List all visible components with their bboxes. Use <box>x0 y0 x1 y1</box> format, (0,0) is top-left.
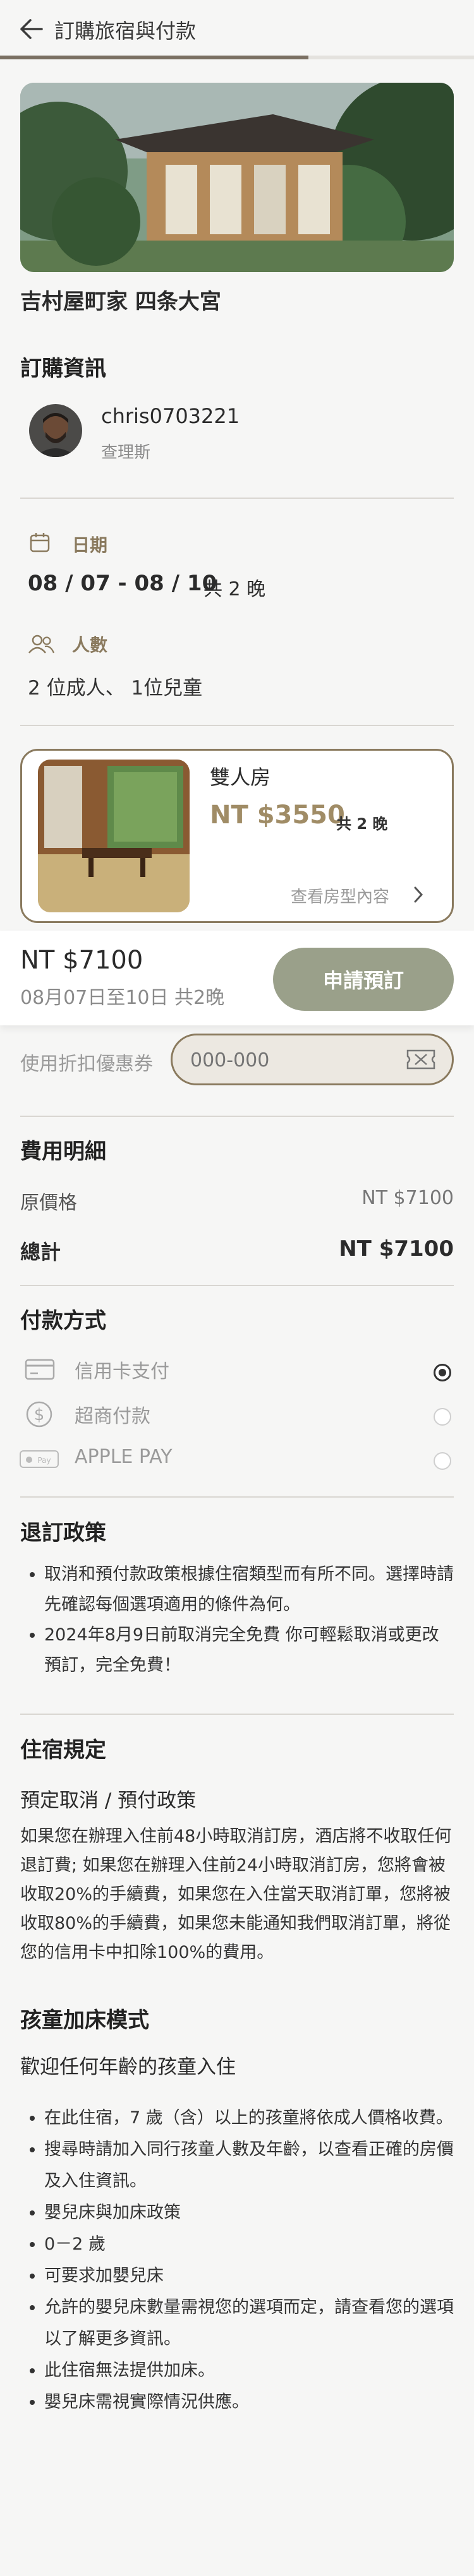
pay-option-apple-pay[interactable]: APPLE PAY <box>75 1446 173 1468</box>
list-item: 嬰兒床與加床政策 <box>44 2197 454 2229</box>
hotel-name: 吉村屋町家 四条大宮 <box>20 289 221 314</box>
radio-apple-pay[interactable] <box>434 1452 451 1470</box>
apple-pay-icon: Pay <box>19 1450 59 1471</box>
booking-info-title: 訂購資訊 <box>20 356 106 381</box>
radio-convenience-store[interactable] <box>434 1408 451 1426</box>
child-bed-subtitle: 歡迎任何年齡的孩童入住 <box>20 2056 236 2078</box>
avatar <box>29 404 82 457</box>
coupon-field[interactable] <box>171 1034 454 1085</box>
total-label: 總計 <box>20 1240 61 1264</box>
list-item: 在此住宿，7 歲（含）以上的孩童將依成人價格收費。 <box>44 2102 454 2134</box>
request-booking-button[interactable]: 申請預訂 <box>273 948 454 1011</box>
ticket-icon[interactable] <box>405 1047 437 1075</box>
list-item: 搜尋時請加入同行孩童人數及年齡，以查看正確的房價及入住資訊。 <box>44 2134 454 2197</box>
original-price-label: 原價格 <box>20 1192 77 1214</box>
people-label: 人數 <box>72 635 108 655</box>
divider <box>20 1285 454 1286</box>
chevron-right-icon[interactable] <box>412 885 425 907</box>
back-arrow-icon[interactable] <box>19 18 44 40</box>
child-bed-list: 在此住宿，7 歲（含）以上的孩童將依成人價格收費。 搜尋時請加入同行孩童人數及年… <box>20 2102 454 2418</box>
room-nights: 共 2 晚 <box>336 815 388 833</box>
dollar-icon: $ <box>25 1400 53 1431</box>
list-item: 此住宿無法提供加床。 <box>44 2355 454 2387</box>
divider <box>20 1714 454 1715</box>
rules-title: 住宿規定 <box>20 1738 106 1763</box>
credit-card-icon <box>24 1357 56 1384</box>
cancel-policy-subtitle: 預定取消 / 預付政策 <box>20 1789 197 1812</box>
list-item: 可要求加嬰兒床 <box>44 2260 454 2292</box>
list-item: 0－2 歲 <box>44 2229 454 2260</box>
date-value: 08 / 07 - 08 / 10 <box>28 571 217 596</box>
room-name: 雙人房 <box>210 765 271 789</box>
room-photo <box>38 760 190 912</box>
policy-list: 取消和預付款政策根據住宿類型而有所不同。選擇時請先確認每個選項適用的條件為何。 … <box>20 1559 454 1681</box>
list-item: 取消和預付款政策根據住宿類型而有所不同。選擇時請先確認每個選項適用的條件為何。 <box>44 1559 454 1620</box>
svg-text:Pay: Pay <box>37 1456 51 1465</box>
total-price: NT $7100 <box>20 946 143 975</box>
total-value: NT $7100 <box>339 1236 454 1261</box>
nights-count: 共 2 晚 <box>204 578 266 600</box>
people-value: 2 位成人、 1位兒童 <box>28 677 203 700</box>
child-bed-title: 孩童加床模式 <box>20 2008 149 2033</box>
page-title: 訂購旅宿與付款 <box>54 19 197 43</box>
user-name: chris0703221 <box>101 404 240 428</box>
coupon-input[interactable] <box>189 1047 381 1073</box>
people-icon <box>28 634 55 657</box>
list-item: 允許的嬰兒床數量需視您的選項而定，請查看您的選項以了解更多資訊。 <box>44 2292 454 2355</box>
divider <box>20 498 454 499</box>
hotel-photo <box>20 83 454 272</box>
coupon-label: 使用折扣優惠券 <box>20 1053 153 1075</box>
cancel-policy-text: 如果您在辦理入住前48小時取消訂房，酒店將不收取任何退訂費; 如果您在辦理入住前… <box>20 1827 452 1962</box>
calendar-icon <box>29 532 51 556</box>
date-label: 日期 <box>72 535 108 556</box>
pay-option-convenience-store[interactable]: 超商付款 <box>75 1400 150 1428</box>
list-item: 嬰兒床需視實際情況供應。 <box>44 2387 454 2418</box>
progress-fill <box>0 56 308 59</box>
booking-dates: 08月07日至10日 共2晚 <box>20 987 225 1009</box>
radio-credit-card[interactable] <box>434 1364 451 1381</box>
policy-title: 退訂政策 <box>20 1520 106 1546</box>
divider <box>20 1116 454 1117</box>
fees-title: 費用明細 <box>20 1139 106 1164</box>
payment-title: 付款方式 <box>20 1308 106 1333</box>
svg-text:$: $ <box>34 1405 45 1424</box>
room-price: NT $3550 <box>210 801 345 830</box>
divider <box>20 1496 454 1498</box>
pay-option-credit-card[interactable]: 信用卡支付 <box>75 1356 169 1383</box>
divider <box>20 725 454 726</box>
user-nickname: 查理斯 <box>101 443 151 462</box>
room-detail-link[interactable]: 查看房型內容 <box>291 884 389 907</box>
list-item: 2024年8月9日前取消完全免費 你可輕鬆取消或更改預訂，完全免費！ <box>44 1620 454 1681</box>
original-price-value: NT $7100 <box>362 1187 454 1209</box>
